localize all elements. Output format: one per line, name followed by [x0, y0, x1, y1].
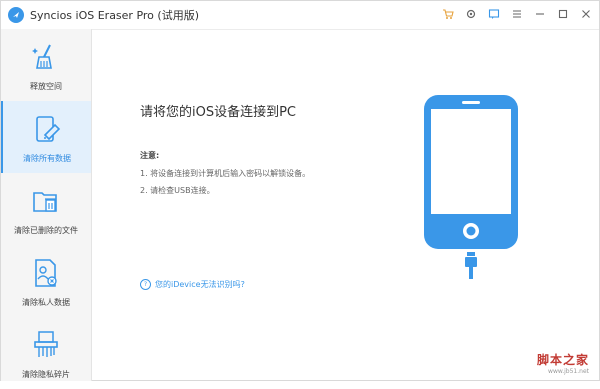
gear-icon[interactable]	[464, 7, 478, 21]
folder-trash-icon	[33, 192, 57, 212]
private-doc-icon	[35, 259, 57, 287]
app-window: Syncios iOS Eraser Pro (试用版) 释放空间 清除所有数据…	[0, 0, 600, 381]
main-content: 请将您的iOS设备连接到PC 注意: 1. 将设备连接到计算机后输入密码以解锁设…	[92, 29, 599, 381]
sidebar-item-erase-private[interactable]: 清除私人数据	[1, 245, 91, 317]
minimize-icon[interactable]	[533, 7, 547, 21]
sidebar: 释放空间 清除所有数据 清除已删除的文件 清除私人数据 清除隐私碎片	[1, 29, 92, 381]
sidebar-item-erase-deleted[interactable]: 清除已删除的文件	[1, 173, 91, 245]
watermark-main: 脚本之家	[536, 353, 589, 367]
question-icon: ?	[140, 279, 151, 290]
menu-icon[interactable]	[510, 7, 524, 21]
close-icon[interactable]	[579, 7, 593, 21]
sidebar-item-label: 清除已删除的文件	[14, 226, 78, 235]
broom-icon	[32, 44, 52, 69]
phone-eraser-icon	[36, 116, 61, 142]
cart-icon[interactable]	[441, 7, 455, 21]
page-title: 请将您的iOS设备连接到PC	[140, 105, 297, 120]
app-title: Syncios iOS Eraser Pro (试用版)	[30, 9, 199, 22]
maximize-icon[interactable]	[556, 7, 570, 21]
title-bar: Syncios iOS Eraser Pro (试用版)	[1, 1, 599, 30]
watermark-sub: www.jb51.net	[548, 368, 589, 375]
app-logo-icon	[8, 7, 24, 23]
note-line: 1. 将设备连接到计算机后输入密码以解锁设备。	[140, 169, 311, 178]
note-line: 2. 请检查USB连接。	[140, 186, 215, 195]
shredder-icon	[34, 331, 58, 357]
sidebar-item-erase-fragments[interactable]: 清除隐私碎片	[1, 317, 91, 389]
sidebar-item-label: 清除所有数据	[23, 154, 71, 163]
sidebar-item-label: 清除私人数据	[22, 298, 70, 307]
sidebar-item-erase-all[interactable]: 清除所有数据	[1, 101, 91, 173]
device-not-recognized-link[interactable]: ? 您的iDevice无法识别吗?	[140, 279, 245, 290]
sidebar-item-label: 清除隐私碎片	[22, 370, 70, 379]
sidebar-item-free-space[interactable]: 释放空间	[1, 29, 91, 101]
sidebar-item-label: 释放空间	[30, 82, 62, 91]
phone-illustration-icon	[424, 95, 518, 279]
watermark: 脚本之家 www.jb51.net	[537, 351, 589, 375]
feedback-icon[interactable]	[487, 7, 501, 21]
help-link-label: 您的iDevice无法识别吗?	[155, 280, 245, 289]
note-title: 注意:	[140, 151, 160, 160]
